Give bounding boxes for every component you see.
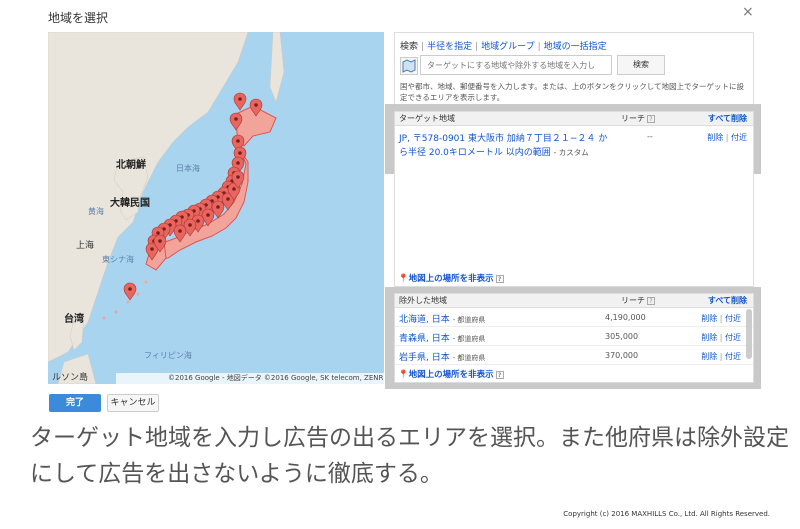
map-label-south-korea: 大韓民国 xyxy=(110,198,150,209)
done-button[interactable]: 完了 xyxy=(49,394,101,412)
scrollbar[interactable] xyxy=(746,309,752,359)
search-label: 検索 xyxy=(400,42,419,52)
map-attribution: ©2016 Google - 地図データ ©2016 Google, SK te… xyxy=(116,373,384,384)
search-help-text: 国や都市、地域、郵便番号を入力します。または、上のボタンをクリックして地図上でタ… xyxy=(400,82,745,102)
map-label-east-china-sea: 東シナ海 xyxy=(102,255,134,264)
excluded-locations-header: 除外した地域 xyxy=(399,296,447,305)
excluded-locations-panel: 除外した地域 リーチ? すべて削除 北海道, 日本 - 都道府県 4,190,0… xyxy=(394,293,754,383)
remove-excluded-link[interactable]: 削除 xyxy=(701,352,717,361)
remove-excluded-link[interactable]: 削除 xyxy=(701,314,717,323)
remove-excluded-link[interactable]: 削除 xyxy=(701,333,717,342)
hide-map-pins-link[interactable]: 📍地図上の場所を非表示? xyxy=(398,368,504,380)
excluded-reach: 370,000 xyxy=(605,351,639,360)
cancel-button[interactable]: キャンセル xyxy=(107,394,159,412)
reach-header: リーチ xyxy=(621,296,645,305)
excluded-type: - 都道府県 xyxy=(452,316,486,324)
help-icon[interactable]: ? xyxy=(495,274,504,283)
search-button[interactable]: 検索 xyxy=(617,55,665,75)
nearby-excluded-link[interactable]: 付近 xyxy=(725,333,741,342)
remove-all-targets-button[interactable]: すべて削除 xyxy=(708,112,747,126)
help-icon[interactable]: ? xyxy=(495,370,504,379)
table-row: JP, 〒578-0901 東大阪市 加納７丁目２１−２４ から半径 20.0キ… xyxy=(399,132,747,158)
remove-all-excluded-button[interactable]: すべて削除 xyxy=(708,294,747,308)
map-label-taiwan: 台湾 xyxy=(64,314,84,325)
map-label-luzon: ルソン島 xyxy=(52,373,89,383)
map-label-shanghai: 上海 xyxy=(76,241,95,251)
map-label-north-korea: 北朝鮮 xyxy=(116,160,146,171)
radius-link[interactable]: 半径を指定 xyxy=(427,42,472,52)
close-icon[interactable]: × xyxy=(742,4,754,20)
pin-icon: 📍 xyxy=(398,274,409,284)
excluded-type: - 都道府県 xyxy=(452,354,486,362)
excluded-reach: 4,190,000 xyxy=(605,313,646,322)
dialog-title: 地域を選択 xyxy=(48,11,109,25)
target-type: - カスタム xyxy=(553,148,589,157)
help-icon[interactable]: ? xyxy=(647,114,655,123)
table-row: 青森県, 日本 - 都道府県 305,000 削除 | 付近 xyxy=(395,327,753,346)
targeted-locations-panel: ターゲット地域 リーチ? すべて削除 JP, 〒578-0901 東大阪市 加納… xyxy=(394,111,754,287)
excluded-reach: 305,000 xyxy=(605,332,639,341)
slide-caption: ターゲット地域を入力し広告の出るエリアを選択。また他府県は除外設定にして広告を出… xyxy=(30,425,789,487)
excluded-location-link[interactable]: 青森県, 日本 xyxy=(399,334,450,344)
map-label-yellow-sea: 黄海 xyxy=(88,207,104,216)
nearby-excluded-link[interactable]: 付近 xyxy=(725,314,741,323)
table-row: 岩手県, 日本 - 都道府県 370,000 削除 | 付近 xyxy=(395,346,753,365)
nearby-target-link[interactable]: 付近 xyxy=(731,133,747,142)
map-view[interactable]: 北朝鮮 日本海 大韓民国 黄海 上海 東シナ海 台湾 フィリピン海 ルソン島 +… xyxy=(48,32,384,384)
pin-icon: 📍 xyxy=(398,370,409,380)
location-groups-link[interactable]: 地域グループ xyxy=(481,42,534,52)
hide-map-pins-link[interactable]: 📍地図上の場所を非表示? xyxy=(398,272,504,284)
map-label-philippine-sea: フィリピン海 xyxy=(144,351,192,360)
location-search-input[interactable] xyxy=(420,55,612,75)
excluded-location-link[interactable]: 北海道, 日本 xyxy=(399,315,450,325)
help-icon[interactable]: ? xyxy=(647,296,655,305)
excluded-location-link[interactable]: 岩手県, 日本 xyxy=(399,353,450,363)
remove-target-link[interactable]: 削除 xyxy=(707,133,723,142)
targeted-locations-header: ターゲット地域 xyxy=(399,114,455,123)
location-pin-icon xyxy=(233,92,247,111)
search-panel: 検索|半径を指定|地域グループ|地域の一括指定 検索 国や都市、地域、郵便番号を… xyxy=(394,32,754,106)
location-pin-icon xyxy=(123,282,137,301)
sakhalin-landmass xyxy=(269,32,285,103)
map-select-icon[interactable] xyxy=(400,57,418,75)
map-label-sea-of-japan: 日本海 xyxy=(176,164,200,173)
copyright-text: Copyright (c) 2016 MAXHILLS Co., Ltd. Al… xyxy=(563,510,770,518)
reach-header: リーチ xyxy=(621,114,645,123)
table-row: 北海道, 日本 - 都道府県 4,190,000 削除 | 付近 xyxy=(395,308,753,327)
excluded-type: - 都道府県 xyxy=(452,335,486,343)
nearby-excluded-link[interactable]: 付近 xyxy=(725,352,741,361)
bulk-locations-link[interactable]: 地域の一括指定 xyxy=(544,42,607,52)
target-reach: -- xyxy=(647,132,653,141)
